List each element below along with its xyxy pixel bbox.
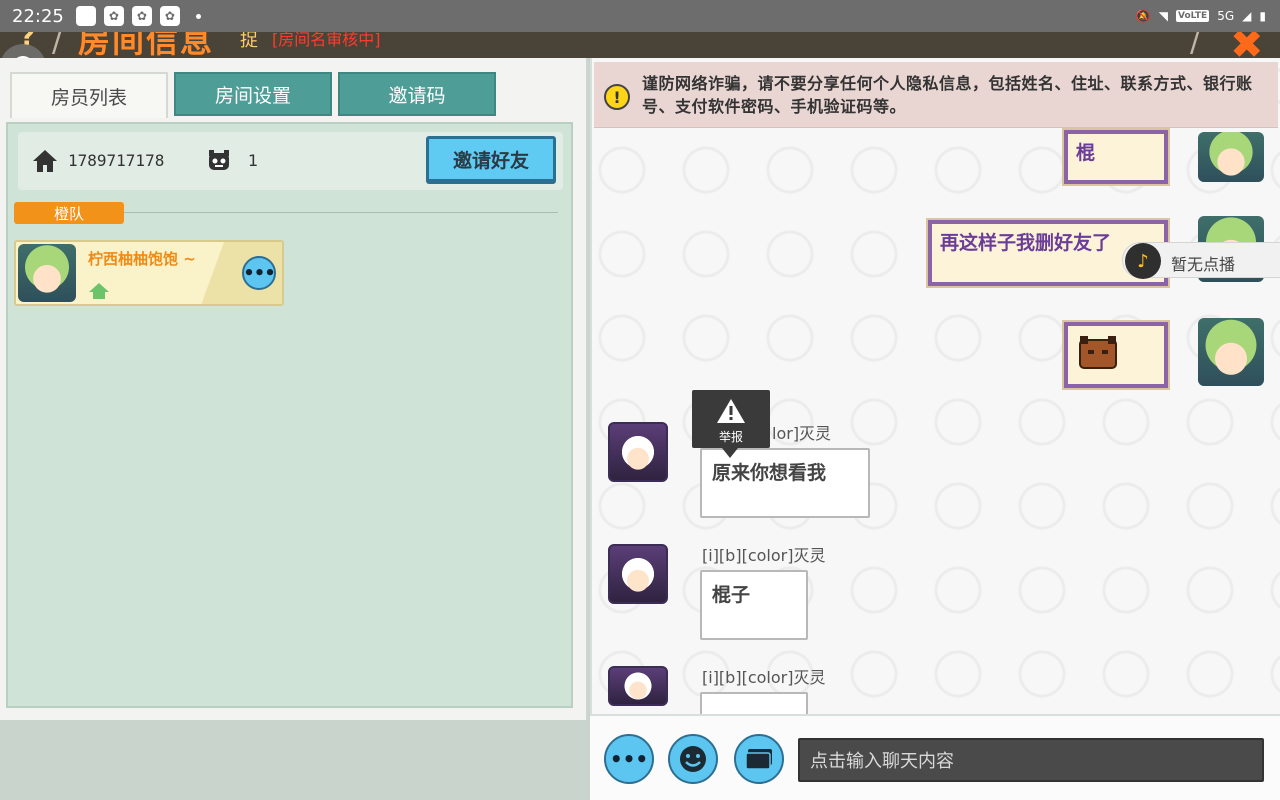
chat-bubble-incoming[interactable]: 棍子: [700, 570, 808, 640]
smiley-icon: [680, 746, 706, 772]
tab-bar: 房员列表 房间设置 邀请码: [10, 72, 496, 118]
status-indicators: 🔕 ◥ VoLTE 5G ◢ ▮: [1136, 0, 1266, 32]
status-bar: 22:25 ✿ ✿ ✿ 🔕 ◥ VoLTE 5G ◢ ▮: [0, 0, 1280, 32]
report-button[interactable]: 举报: [692, 390, 770, 458]
more-notifications-icon: [195, 13, 201, 19]
member-name: 柠西柚柚饱饱 ~: [88, 250, 196, 268]
sender-name: [i][b][color]灭灵: [702, 546, 826, 565]
chat-input-bar: ••• 点击输入聊天内容: [590, 714, 1280, 800]
warning-icon: !: [604, 84, 630, 110]
sender-name: lor]灭灵: [772, 424, 832, 443]
left-footer: [0, 720, 588, 800]
title-divider-right: /: [1190, 32, 1201, 58]
mute-icon: 🔕: [1135, 9, 1151, 23]
team-divider: [124, 212, 558, 213]
room-info-row: 1789717178 1 邀请好友: [18, 132, 563, 190]
chat-bubble-outgoing-sticker[interactable]: [1062, 320, 1170, 390]
warning-text: 谨防网络诈骗，请不要分享任何个人隐私信息，包括姓名、住址、联系方式、银行账号、支…: [642, 74, 1253, 116]
paw-notification-icon: ✿: [131, 6, 152, 26]
member-count: 1: [248, 151, 259, 170]
chat-bubble-incoming[interactable]: [700, 692, 808, 714]
avatar[interactable]: [608, 422, 668, 482]
chat-background-pattern: [592, 58, 1280, 714]
status-time: 22:25: [12, 5, 64, 27]
paw-notification-icon: ✿: [159, 6, 180, 26]
avatar[interactable]: [1198, 132, 1264, 182]
tab-member-list[interactable]: 房员列表: [10, 72, 168, 118]
close-icon[interactable]: ✖: [1230, 32, 1264, 58]
emoji-button[interactable]: [668, 734, 718, 784]
house-icon: [33, 150, 57, 172]
room-subtitle: 捉: [240, 32, 258, 51]
wifi-icon: ◥: [1158, 9, 1169, 23]
more-options-button[interactable]: •••: [604, 734, 654, 784]
member-panel: 房员列表 房间设置 邀请码 1789717178 1 邀请好友 橙队 柠西柚柚饱…: [0, 58, 588, 720]
music-request-button[interactable]: ♪ 暂无点播: [1122, 242, 1280, 279]
tab-room-settings[interactable]: 房间设置: [174, 72, 332, 116]
member-count-icon: [209, 150, 229, 170]
report-label: 举报: [718, 430, 743, 444]
warning-triangle-icon: [717, 399, 745, 423]
battery-icon: ▮: [1259, 9, 1266, 23]
chat-input[interactable]: 点击输入聊天内容: [798, 738, 1264, 782]
title-bar: ? / 房间信息 捉 [房间名审核中] / ✖: [0, 32, 1280, 58]
sticker-icon: [1079, 336, 1117, 369]
message-text: 棍子: [712, 584, 751, 606]
chat-bubble-outgoing[interactable]: 棍: [1062, 128, 1170, 186]
member-more-button[interactable]: •••: [242, 256, 276, 290]
invite-friends-button[interactable]: 邀请好友: [426, 136, 556, 184]
message-text: 再这样子我删好友了: [940, 232, 1112, 254]
volte-icon: VoLTE: [1176, 10, 1210, 22]
page-title: 房间信息: [78, 32, 215, 58]
music-label: 暂无点播: [1171, 255, 1236, 274]
member-list-content: 1789717178 1 邀请好友 橙队 柠西柚柚饱饱 ~ •••: [6, 122, 573, 708]
app-notification-icon: [75, 6, 96, 26]
avatar[interactable]: [608, 666, 668, 706]
tab-invite-code[interactable]: 邀请码: [338, 72, 496, 116]
chat-card-icon: [745, 749, 772, 770]
avatar[interactable]: [608, 544, 668, 604]
room-id: 1789717178: [68, 151, 165, 170]
room-name-pending: [房间名审核中]: [272, 32, 381, 49]
room-owner-icon: [89, 283, 109, 299]
message-text: 原来你想看我: [712, 462, 827, 484]
team-label: 橙队: [14, 202, 124, 224]
chat-bubble-incoming[interactable]: 原来你想看我: [700, 448, 870, 518]
signal-icon: ◢: [1242, 9, 1252, 23]
chat-panel: ! 谨防网络诈骗，请不要分享任何个人隐私信息，包括姓名、住址、联系方式、银行账号…: [590, 58, 1280, 714]
report-tooltip-tail: [722, 448, 738, 458]
sticker-button[interactable]: [734, 734, 784, 784]
avatar[interactable]: [18, 244, 76, 302]
title-divider: /: [52, 32, 63, 58]
paw-notification-icon: ✿: [103, 6, 124, 26]
sender-name: [i][b][color]灭灵: [702, 668, 826, 687]
message-text: 棍: [1076, 142, 1096, 164]
music-note-icon: ♪: [1125, 243, 1161, 279]
fraud-warning: ! 谨防网络诈骗，请不要分享任何个人隐私信息，包括姓名、住址、联系方式、银行账号…: [594, 62, 1278, 128]
network-label: 5G: [1217, 9, 1235, 23]
avatar[interactable]: [1198, 318, 1264, 386]
member-card[interactable]: 柠西柚柚饱饱 ~ •••: [14, 240, 284, 306]
